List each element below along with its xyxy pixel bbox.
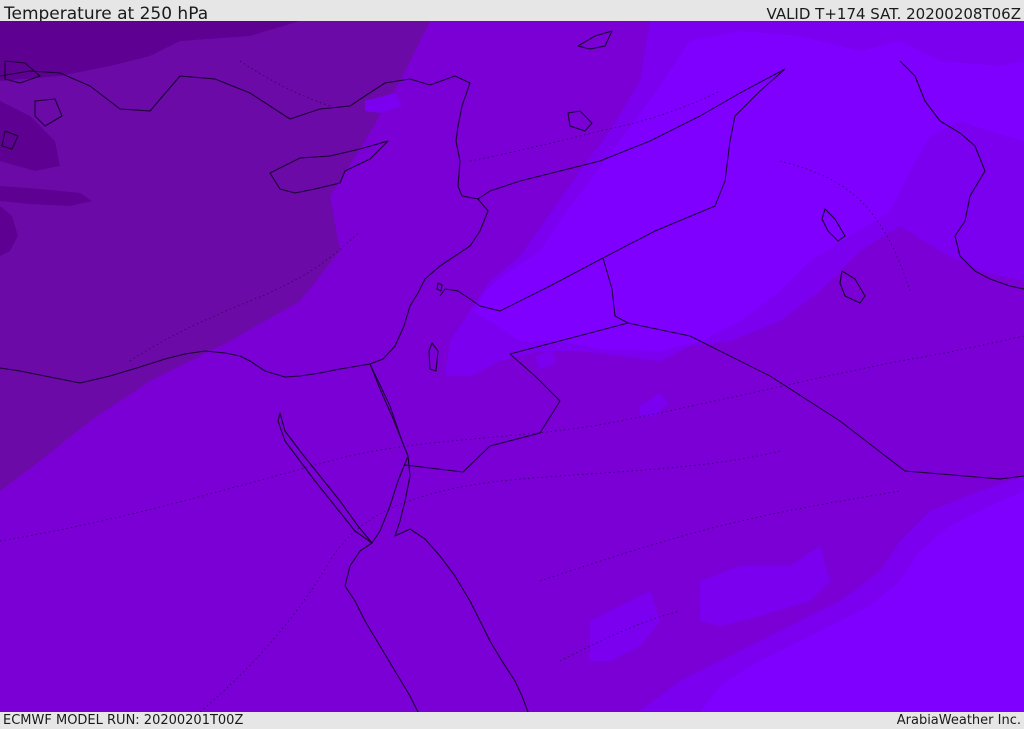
model-run-label: ECMWF MODEL RUN: 20200201T00Z: [3, 713, 244, 728]
credit-label: ArabiaWeather Inc.: [896, 713, 1021, 728]
temperature-map[interactable]: [0, 21, 1024, 712]
map-view: Temperature at 250 hPa VALID T+174 SAT. …: [0, 0, 1024, 729]
